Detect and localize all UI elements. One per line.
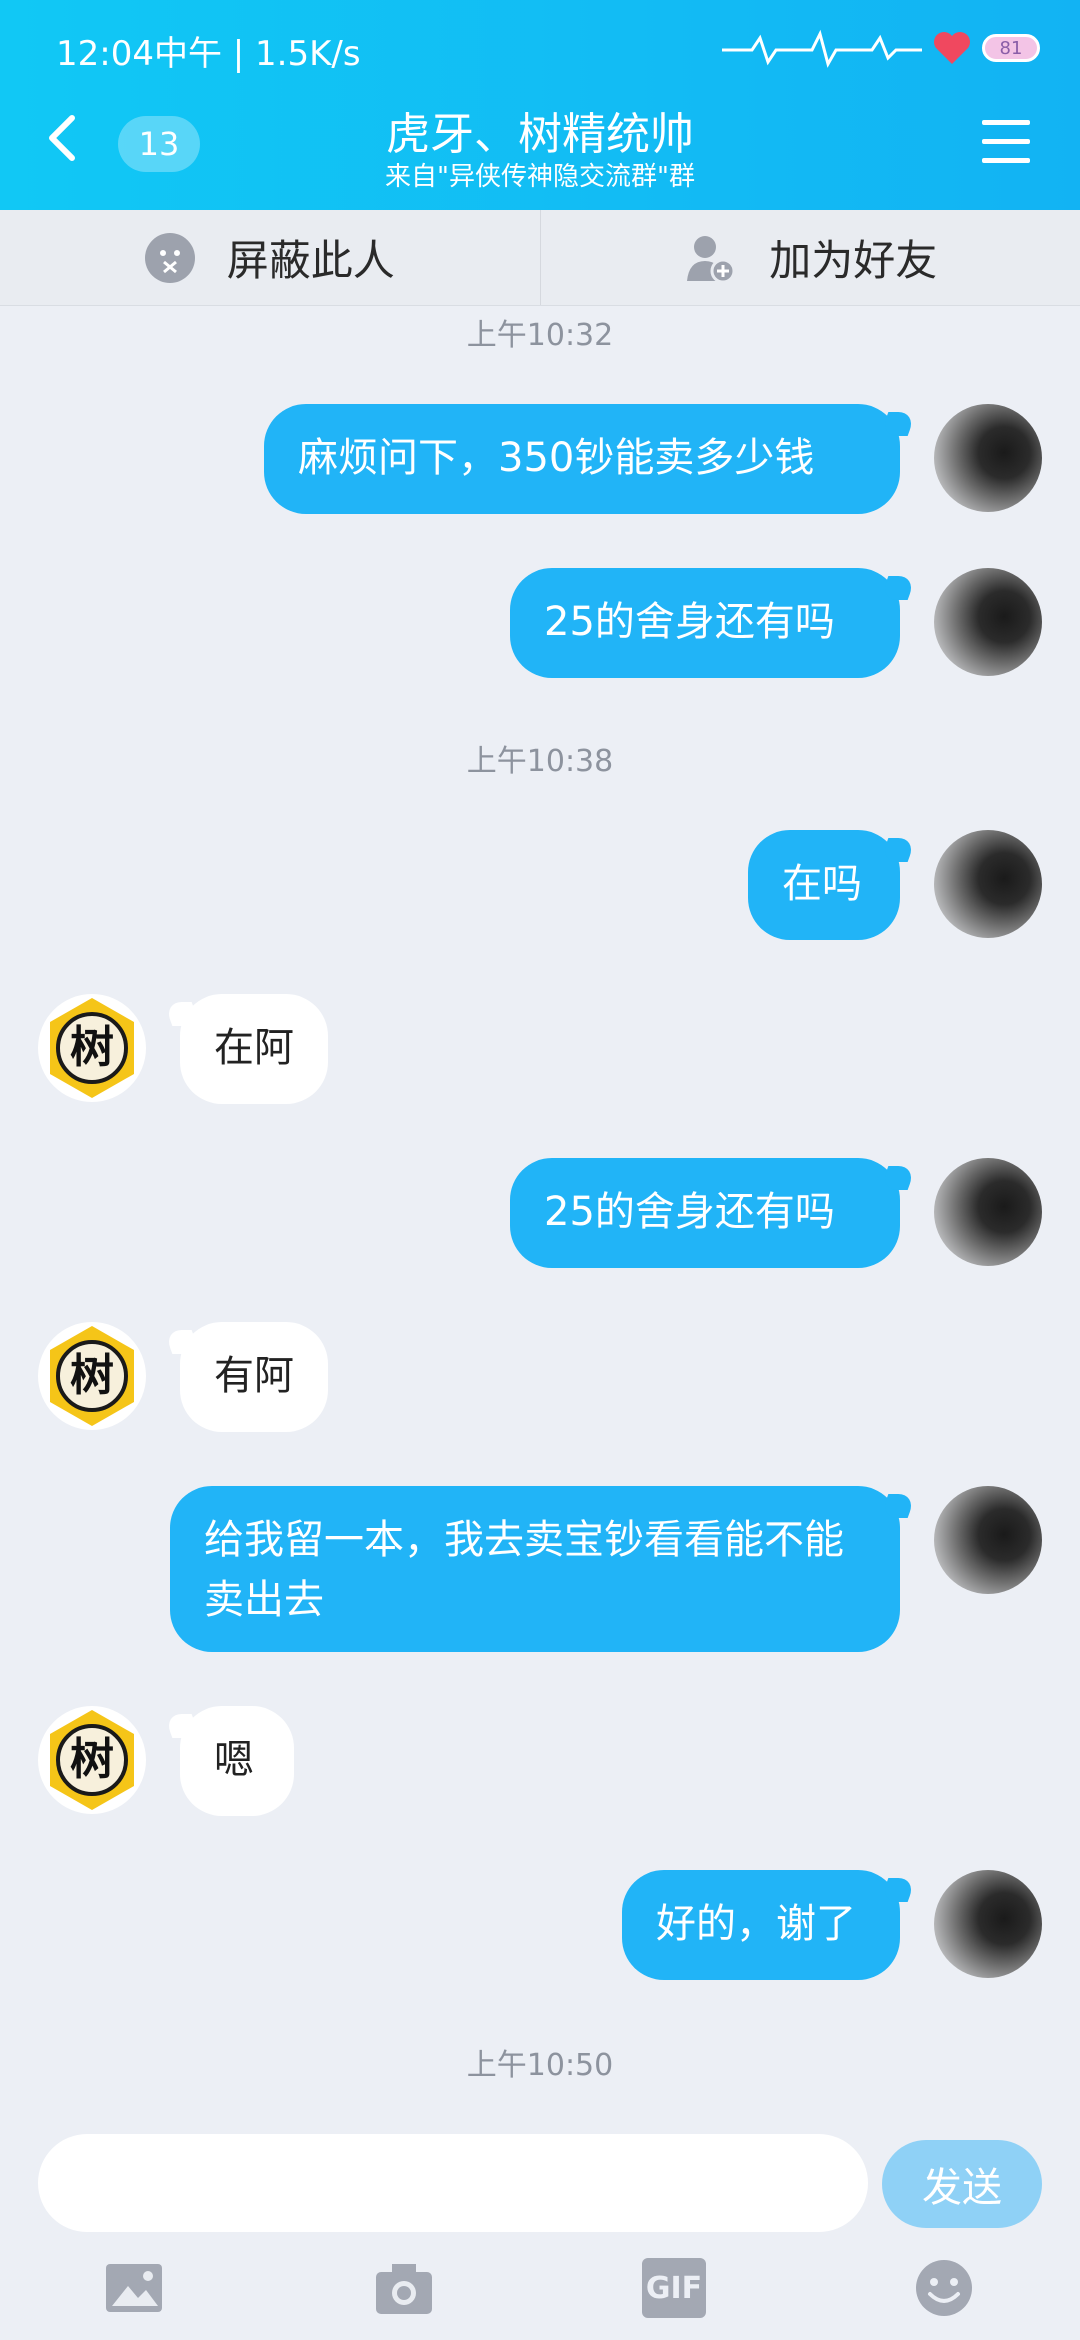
timestamp: 上午10:32 xyxy=(466,318,614,353)
status-icons: 81 xyxy=(722,20,1040,76)
my-avatar[interactable] xyxy=(934,1158,1042,1266)
image-icon[interactable] xyxy=(102,2258,166,2318)
my-avatar[interactable] xyxy=(934,1486,1042,1594)
my-avatar[interactable] xyxy=(934,1870,1042,1978)
my-avatar[interactable] xyxy=(934,830,1042,938)
status-time-speed: 12:04中午 | 1.5K/s xyxy=(56,34,361,74)
menu-icon[interactable] xyxy=(982,120,1030,164)
message-bubble[interactable]: 好的，谢了 xyxy=(622,1870,900,1980)
add-friend-label: 加为好友 xyxy=(769,236,938,285)
heart-icon xyxy=(934,32,970,64)
input-toolbar: GIF xyxy=(0,2250,1080,2340)
contact-avatar[interactable]: 树 xyxy=(38,1706,146,1814)
contact-avatar-text: 树 xyxy=(70,1734,114,1785)
contact-avatar[interactable]: 树 xyxy=(38,994,146,1102)
message-bubble[interactable]: 25的舍身还有吗 xyxy=(510,1158,900,1268)
gif-icon[interactable]: GIF xyxy=(642,2258,706,2318)
camera-icon[interactable] xyxy=(372,2258,436,2318)
contact-avatar-text: 树 xyxy=(70,1350,114,1401)
chat-header: 12:04中午 | 1.5K/s 81 13 虎牙、树精统帅 来自"异侠传神隐交… xyxy=(0,0,1080,210)
my-avatar[interactable] xyxy=(934,404,1042,512)
emoji-icon[interactable] xyxy=(912,2258,976,2318)
block-user-button[interactable]: 屏蔽此人 xyxy=(0,210,540,305)
message-bubble[interactable]: 给我留一本，我去卖宝钞看看能不能卖出去 xyxy=(170,1486,900,1652)
message-bubble[interactable]: 在吗 xyxy=(748,830,900,940)
add-friend-button[interactable]: 加为好友 xyxy=(539,210,1080,305)
contact-avatar-text: 树 xyxy=(70,1022,114,1073)
message-input[interactable] xyxy=(38,2134,868,2232)
my-avatar[interactable] xyxy=(934,568,1042,676)
message-bubble[interactable]: 嗯 xyxy=(180,1706,294,1816)
add-friend-icon xyxy=(687,235,736,283)
action-bar: 屏蔽此人 加为好友 xyxy=(0,210,1080,306)
signal-wave-icon xyxy=(722,29,922,68)
block-face-icon xyxy=(144,232,195,283)
battery-indicator: 81 xyxy=(982,34,1040,62)
timestamp: 上午10:38 xyxy=(466,744,614,779)
send-button[interactable]: 发送 xyxy=(882,2140,1042,2228)
block-user-label: 屏蔽此人 xyxy=(226,236,395,285)
message-bubble[interactable]: 在阿 xyxy=(180,994,328,1104)
message-bubble[interactable]: 有阿 xyxy=(180,1322,328,1432)
chat-subtitle: 来自"异侠传神隐交流群"群 xyxy=(385,162,695,192)
message-bubble[interactable]: 麻烦问下，350钞能卖多少钱 xyxy=(264,404,900,514)
message-bubble[interactable]: 25的舍身还有吗 xyxy=(510,568,900,678)
chat-title: 虎牙、树精统帅 xyxy=(386,109,694,160)
timestamp: 上午10:50 xyxy=(466,2048,614,2083)
contact-avatar[interactable]: 树 xyxy=(38,1322,146,1430)
